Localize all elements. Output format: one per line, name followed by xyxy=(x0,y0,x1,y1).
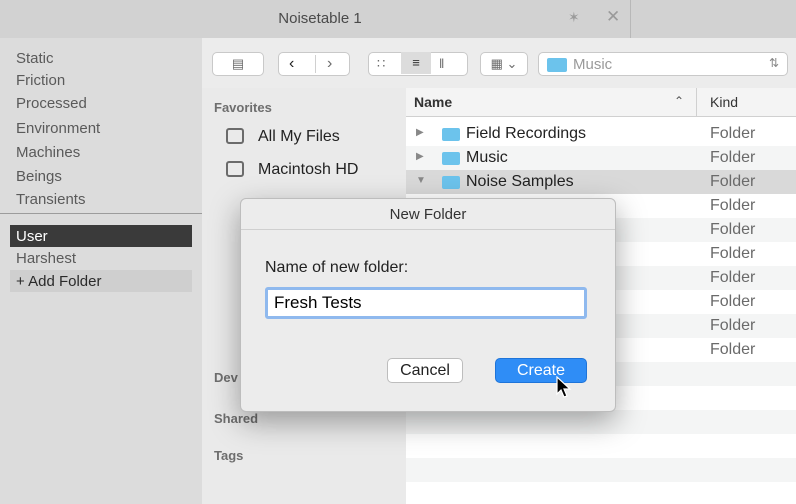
row-kind: Folder xyxy=(710,317,756,334)
category-friction[interactable]: Friction xyxy=(16,72,65,89)
list-row-music[interactable]: ▶ Music Folder xyxy=(406,146,796,170)
list-row-empty xyxy=(406,434,796,458)
column-view-icon[interactable]: ‖ xyxy=(439,53,444,75)
disclosure-triangle-icon[interactable]: ▶ xyxy=(416,127,424,138)
chevron-left-icon[interactable]: ‹ xyxy=(289,53,294,75)
add-folder-button[interactable]: + Add Folder xyxy=(16,273,101,290)
folder-icon xyxy=(442,128,460,141)
devices-header: Dev xyxy=(214,370,238,385)
folder-name-input[interactable]: Fresh Tests xyxy=(265,287,587,319)
dialog-title: New Folder xyxy=(389,206,467,223)
create-button[interactable]: Create xyxy=(495,358,587,383)
row-kind: Folder xyxy=(710,245,756,262)
row-kind: Folder xyxy=(710,149,756,166)
sidebar-item-all-my-files[interactable]: All My Files xyxy=(258,128,340,146)
list-header: Name ⌃ Kind xyxy=(406,88,796,117)
location-label: Music xyxy=(573,56,613,73)
column-divider xyxy=(696,88,697,116)
location-popup[interactable]: Music ⇅ xyxy=(538,52,788,76)
group-by-icon[interactable]: ▦ ⌄ xyxy=(480,52,528,76)
window-title: Noisetable 1 xyxy=(278,10,362,27)
column-kind-header[interactable]: Kind xyxy=(710,94,738,110)
row-kind: Folder xyxy=(710,197,756,214)
close-icon[interactable]: ✕ xyxy=(606,7,620,27)
folder-icon xyxy=(442,176,460,189)
tags-header: Tags xyxy=(214,448,244,463)
category-processed[interactable]: Processed xyxy=(16,95,87,112)
folder-name-prompt: Name of new folder: xyxy=(265,259,409,276)
row-kind: Folder xyxy=(710,269,756,286)
view-mode-control: ∷ ≡ ‖ xyxy=(368,52,468,76)
folder-icon xyxy=(547,58,567,72)
all-files-icon xyxy=(226,128,244,144)
list-view-icon[interactable]: ≡ xyxy=(401,52,431,74)
cancel-button[interactable]: Cancel xyxy=(387,358,463,383)
dialog-divider xyxy=(241,229,615,230)
user-folder-user[interactable]: User xyxy=(16,228,48,245)
chevron-right-icon[interactable]: › xyxy=(327,53,332,75)
row-kind: Folder xyxy=(710,125,756,142)
title-divider xyxy=(630,0,631,38)
row-kind: Folder xyxy=(710,293,756,310)
category-static[interactable]: Static xyxy=(16,50,54,67)
disclosure-triangle-open-icon[interactable]: ▼ xyxy=(416,175,426,186)
pin-icon[interactable]: ✶ xyxy=(568,9,580,26)
list-row-field-recordings[interactable]: ▶ Field Recordings Folder xyxy=(406,122,796,146)
list-row-noise-samples[interactable]: ▼ Noise Samples Folder xyxy=(406,170,796,194)
shared-header: Shared xyxy=(214,411,259,426)
category-beings[interactable]: Beings xyxy=(16,168,62,185)
category-environment[interactable]: Environment xyxy=(16,120,100,137)
disclosure-triangle-icon[interactable]: ▶ xyxy=(416,151,424,162)
updown-chevron-icon: ⇅ xyxy=(768,56,779,70)
list-row-empty xyxy=(406,458,796,482)
row-name: Noise Samples xyxy=(466,173,574,190)
category-panel: Static Friction Processed Environment Ma… xyxy=(0,38,202,504)
user-folder-harshest[interactable]: Harshest xyxy=(16,250,76,267)
sidebar-item-macintosh-hd[interactable]: Macintosh HD xyxy=(258,161,358,179)
row-name: Field Recordings xyxy=(466,125,587,142)
list-row-empty xyxy=(406,410,796,434)
column-name-header[interactable]: Name xyxy=(414,94,452,110)
row-name: Music xyxy=(466,149,508,166)
grid-view-icon[interactable]: ∷ xyxy=(377,53,385,75)
app-window: Noisetable 1 ✶ ✕ Static Friction Process… xyxy=(0,0,796,504)
row-kind: Folder xyxy=(710,221,756,238)
sidebar-toggle-icon[interactable]: ▤ xyxy=(212,52,264,76)
title-bar: Noisetable 1 ✶ ✕ xyxy=(0,0,796,38)
row-kind: Folder xyxy=(710,341,756,358)
category-transients[interactable]: Transients xyxy=(16,191,85,208)
row-kind: Folder xyxy=(710,173,756,190)
hard-disk-icon xyxy=(226,161,244,177)
folder-icon xyxy=(442,152,460,165)
finder-toolbar: ▤ ‹ › ∷ ≡ ‖ ▦ ⌄ Music ⇅ xyxy=(202,38,796,88)
category-divider xyxy=(0,213,202,214)
category-machines[interactable]: Machines xyxy=(16,144,80,161)
sort-ascending-icon: ⌃ xyxy=(674,94,685,108)
favorites-header: Favorites xyxy=(214,100,272,115)
history-control: ‹ › xyxy=(278,52,350,76)
